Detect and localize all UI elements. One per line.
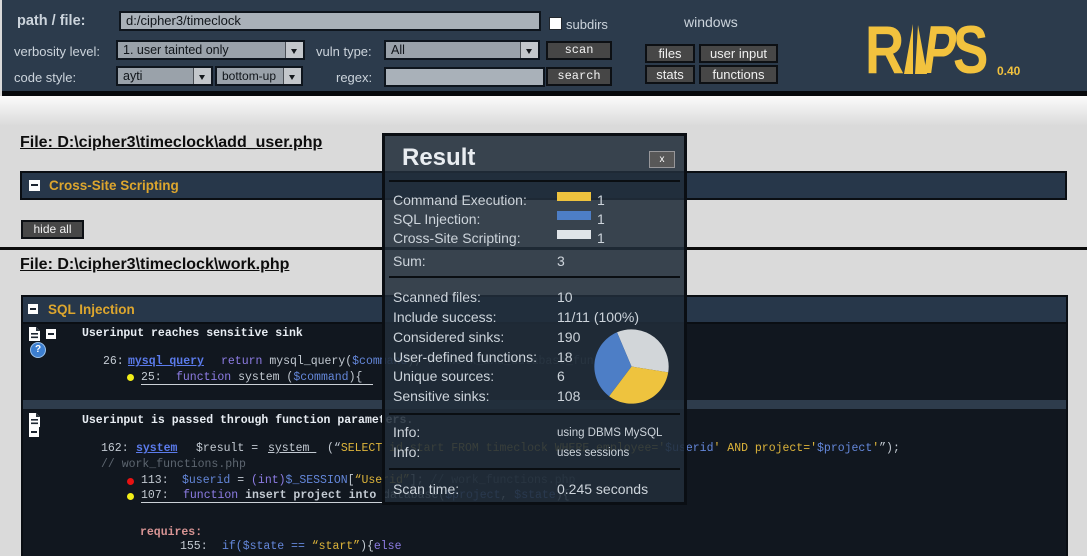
svg-text:0.40: 0.40 — [997, 64, 1021, 77]
svg-text:S: S — [953, 23, 988, 77]
svg-text:R: R — [865, 23, 904, 77]
